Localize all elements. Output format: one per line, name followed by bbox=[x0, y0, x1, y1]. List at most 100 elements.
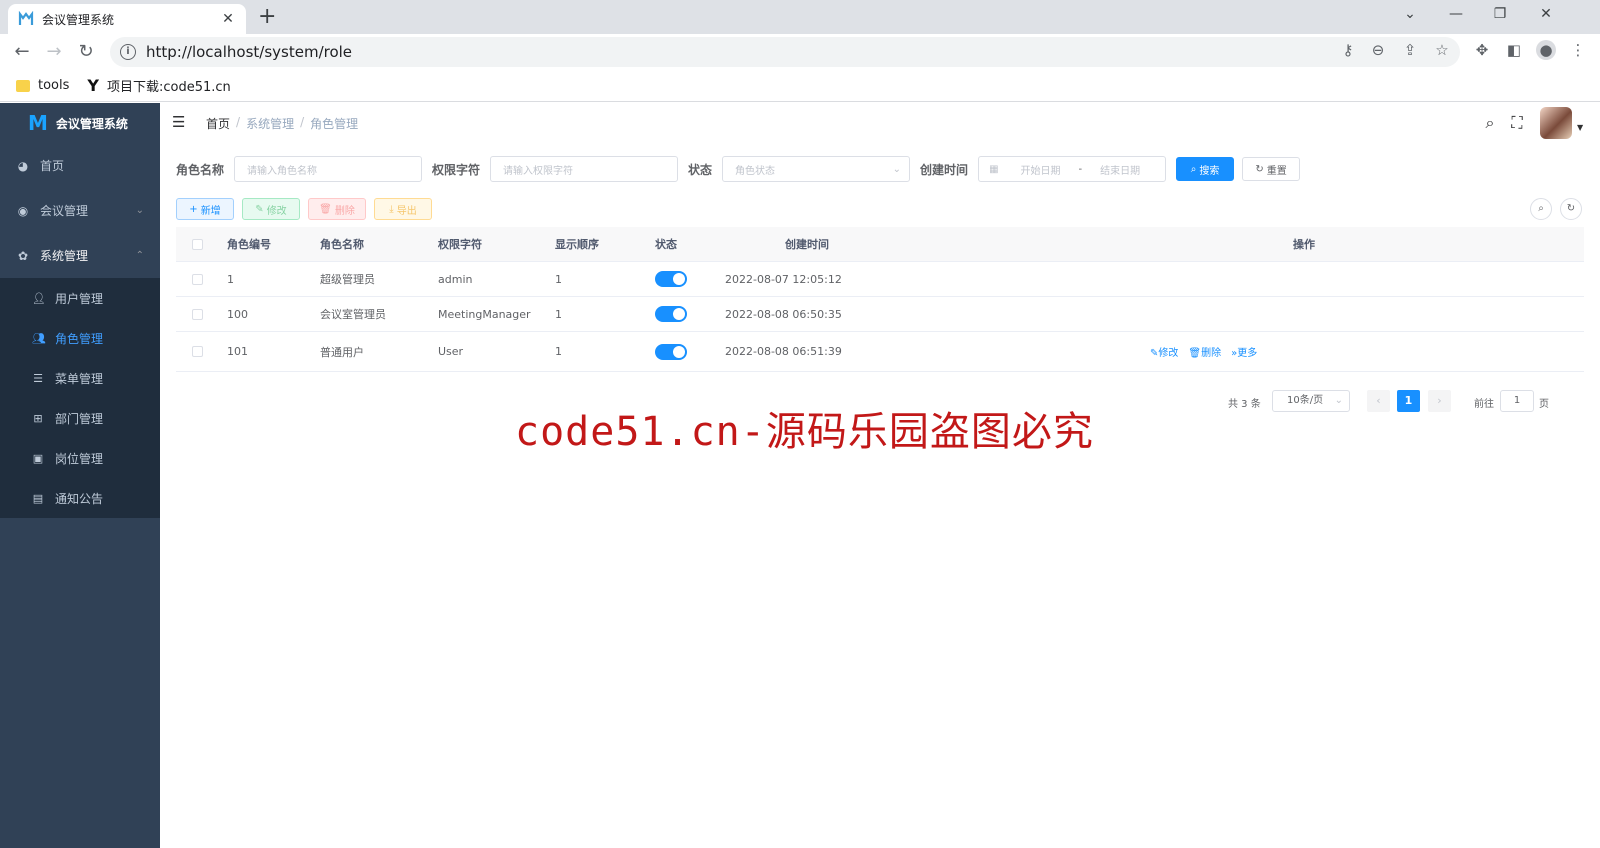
user-icon: 👤︎ bbox=[32, 291, 46, 305]
row-checkbox[interactable] bbox=[192, 308, 203, 320]
row-delete-link[interactable]: 🗑︎删除 bbox=[1188, 344, 1221, 359]
sidebar-item-roles[interactable]: 👥︎ 角色管理 bbox=[0, 318, 160, 358]
sidebar-item-label: 部门管理 bbox=[55, 411, 104, 426]
avatar[interactable] bbox=[1540, 107, 1572, 139]
export-button[interactable]: ⤓ 导出 bbox=[374, 198, 432, 220]
search-icon[interactable]: ⌕ bbox=[1480, 113, 1500, 133]
export-button-label: 导出 bbox=[396, 205, 417, 217]
status-switch[interactable] bbox=[655, 343, 687, 360]
header-status: 状态 bbox=[655, 238, 677, 251]
zoom-icon[interactable]: ⊖ bbox=[1368, 40, 1388, 60]
cell-status bbox=[655, 306, 725, 322]
prev-page-icon[interactable]: ‹ bbox=[1367, 390, 1390, 412]
restore-icon[interactable]: ❐ bbox=[1490, 6, 1510, 22]
sidebar-item-home[interactable]: ◕ 首页 bbox=[0, 143, 160, 188]
cell-role-key: User bbox=[438, 345, 464, 358]
message-icon: ▤ bbox=[32, 491, 44, 505]
menu-kebab-icon[interactable]: ⋮ bbox=[1568, 40, 1588, 60]
sidebar-item-menus[interactable]: ☰ 菜单管理 bbox=[0, 358, 160, 398]
sidebar-item-posts[interactable]: ▣ 岗位管理 bbox=[0, 438, 160, 478]
status-switch[interactable] bbox=[655, 306, 687, 322]
row-select-cell bbox=[176, 346, 226, 357]
chevron-down-icon: ⌄ bbox=[135, 205, 144, 216]
back-icon[interactable]: ← bbox=[10, 40, 34, 64]
breadcrumb-home[interactable]: 首页 bbox=[206, 115, 230, 132]
cell-role-id: 100 bbox=[227, 307, 248, 321]
page-number-1[interactable]: 1 bbox=[1397, 390, 1420, 412]
bookmark-label: 项目下载:code51.cn bbox=[106, 80, 231, 95]
add-button[interactable]: + 新增 bbox=[176, 198, 234, 220]
bookmark-code51[interactable]: Y 项目下载:code51.cn bbox=[87, 76, 230, 95]
table-row: 101 普通用户 User 1 2022-08-08 06:51:39 ✎修改 … bbox=[176, 332, 1584, 372]
tab-close-icon[interactable]: ✕ bbox=[220, 11, 236, 27]
edit-button-label: 修改 bbox=[266, 205, 287, 217]
key-icon[interactable]: ⚷ bbox=[1338, 40, 1358, 60]
fullscreen-icon[interactable]: ⛶ bbox=[1507, 113, 1527, 133]
new-tab-icon[interactable]: + bbox=[258, 5, 276, 29]
search-icon: ⌕ bbox=[1190, 163, 1197, 175]
post-icon: ▣ bbox=[32, 451, 44, 465]
bookmark-star-icon[interactable]: ☆ bbox=[1432, 40, 1452, 60]
page-size-select[interactable]: 10条/页 ⌄ bbox=[1272, 390, 1350, 412]
edit-button[interactable]: ✎ 修改 bbox=[242, 198, 300, 220]
header-role-id: 角色编号 bbox=[227, 238, 271, 251]
sidebar-item-label: 系统管理 bbox=[40, 249, 89, 263]
hamburger-icon[interactable]: ☰ bbox=[172, 113, 188, 131]
dashboard-icon: ◕ bbox=[17, 158, 29, 173]
system-submenu: 👤︎ 用户管理 👥︎ 角色管理 ☰ 菜单管理 ⊞ 部门管理 ▣ 岗位管理 ▤ 通… bbox=[0, 278, 160, 518]
sidebar-item-meeting[interactable]: ◉ 会议管理 ⌄ bbox=[0, 188, 160, 233]
table-row: 100 会议室管理员 MeetingManager 1 2022-08-08 0… bbox=[176, 297, 1584, 332]
profile-icon[interactable]: ● bbox=[1536, 40, 1556, 60]
sidebar-item-users[interactable]: 👤︎ 用户管理 bbox=[0, 278, 160, 318]
forward-icon[interactable]: → bbox=[42, 40, 66, 64]
delete-button[interactable]: 🗑︎ 删除 bbox=[308, 198, 366, 220]
site-info-icon[interactable]: i bbox=[120, 44, 136, 60]
edit-icon: ✎ bbox=[255, 203, 264, 215]
select-all-cell bbox=[176, 238, 226, 250]
plus-icon: + bbox=[189, 203, 198, 215]
search-button[interactable]: ⌕ 搜索 bbox=[1176, 157, 1235, 181]
sidebar-item-notices[interactable]: ▤ 通知公告 bbox=[0, 478, 160, 518]
sidebar-item-departments[interactable]: ⊞ 部门管理 bbox=[0, 398, 160, 438]
sidebar-item-system[interactable]: ✿ 系统管理 ⌃ bbox=[0, 233, 160, 278]
role-key-input[interactable]: 请输入权限字符 bbox=[490, 156, 679, 182]
sidebar-item-label: 用户管理 bbox=[55, 291, 104, 306]
minimize-icon[interactable]: — bbox=[1446, 6, 1466, 22]
date-range-picker[interactable]: ▦ 开始日期 - 结束日期 bbox=[978, 156, 1167, 182]
role-key-placeholder: 请输入权限字符 bbox=[503, 165, 574, 177]
role-name-placeholder: 请输入角色名称 bbox=[247, 165, 318, 177]
goto-page-input[interactable]: 1 bbox=[1500, 390, 1534, 412]
cell-sort-order: 1 bbox=[555, 307, 562, 321]
sidebar-item-label: 角色管理 bbox=[55, 331, 104, 346]
side-panel-icon[interactable]: ◧ bbox=[1504, 40, 1524, 60]
select-all-checkbox[interactable] bbox=[192, 238, 203, 250]
role-name-input[interactable]: 请输入角色名称 bbox=[234, 156, 423, 182]
browser-tab[interactable]: 会议管理系统 ✕ bbox=[8, 4, 246, 34]
share-icon[interactable]: ⇪ bbox=[1400, 40, 1420, 60]
window-close-icon[interactable]: ✕ bbox=[1536, 6, 1556, 22]
caret-down-icon[interactable]: ▼ bbox=[1577, 123, 1583, 132]
toggle-search-icon[interactable]: ⌕ bbox=[1530, 198, 1552, 220]
reload-icon[interactable]: ↻ bbox=[74, 40, 98, 64]
status-switch[interactable] bbox=[655, 271, 687, 287]
globe-icon: ◉ bbox=[17, 203, 29, 218]
next-page-icon[interactable]: › bbox=[1428, 390, 1451, 412]
status-select[interactable]: 角色状态 ⌄ bbox=[722, 156, 911, 182]
app-logo[interactable]: M 会议管理系统 bbox=[0, 103, 160, 143]
address-bar[interactable]: i http://localhost/system/role bbox=[110, 37, 1460, 67]
row-more-link[interactable]: »更多 bbox=[1231, 344, 1257, 359]
tab-search-chevron-icon[interactable]: ⌄ bbox=[1400, 6, 1420, 22]
cell-role-name: 普通用户 bbox=[320, 345, 364, 359]
row-checkbox[interactable] bbox=[192, 273, 203, 285]
cell-role-name: 会议室管理员 bbox=[320, 308, 386, 321]
tab-title: 会议管理系统 bbox=[42, 12, 115, 27]
reset-button-label: 重置 bbox=[1266, 165, 1287, 177]
reset-button[interactable]: ↻ 重置 bbox=[1242, 157, 1301, 181]
extensions-icon[interactable]: ✥ bbox=[1472, 40, 1492, 60]
row-edit-link[interactable]: ✎修改 bbox=[1150, 344, 1178, 359]
trash-icon: 🗑︎ bbox=[1188, 348, 1202, 359]
row-checkbox[interactable] bbox=[192, 346, 203, 357]
bookmark-tools[interactable]: tools bbox=[16, 78, 69, 93]
refresh-table-icon[interactable]: ↻ bbox=[1560, 198, 1582, 220]
action-bar: + 新增 ✎ 修改 🗑︎ 删除 ⤓ 导出 bbox=[176, 198, 440, 220]
